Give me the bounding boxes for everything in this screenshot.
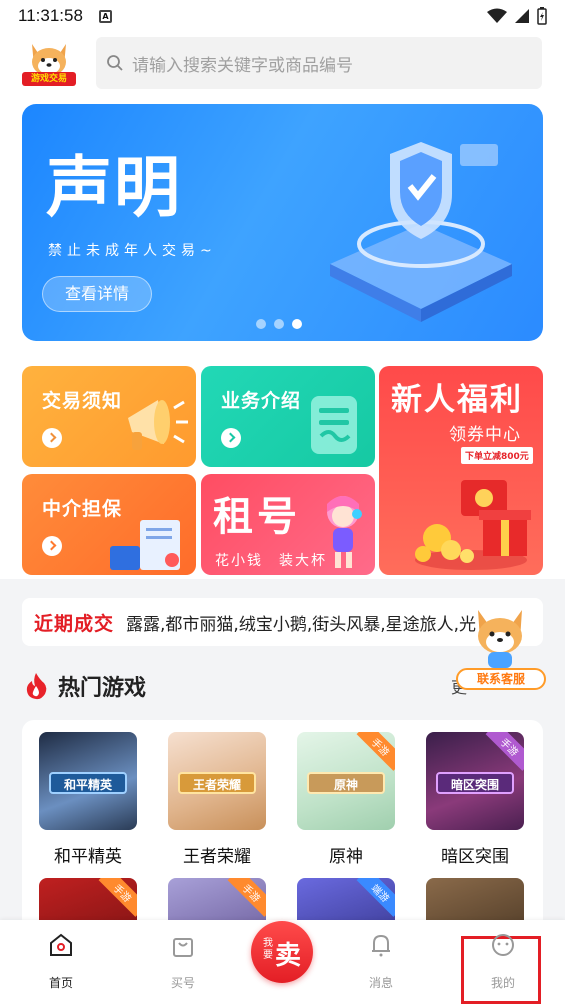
profile-icon	[492, 934, 514, 956]
recent-label: 近期成交	[34, 609, 114, 636]
tab-message[interactable]: 消息	[341, 930, 421, 991]
hot-games-grid: 和平精英 和平精英 王者荣耀 王者荣耀 手游 原神 原神 手游 暗区突围 暗区突…	[22, 720, 543, 940]
app-screen: 11:31:58 A 游戏交易 请输入搜索关键字或商品编号 声明 禁止未成年人交…	[0, 0, 565, 1004]
fire-icon	[26, 673, 47, 700]
tab-buy-label: 买号	[170, 976, 195, 990]
platform-badge: 手游	[485, 732, 524, 771]
banner[interactable]: 声明 禁止未成年人交易~ 查看详情	[22, 104, 543, 341]
sell-button-small-label: 我要	[263, 938, 273, 961]
banner-dot[interactable]	[256, 319, 266, 329]
game-name: 原神	[329, 847, 363, 867]
game-item-wangzhe[interactable]: 王者荣耀 王者荣耀	[167, 732, 267, 867]
shopping-bag-icon	[173, 938, 193, 957]
recent-label-a: 近期	[34, 612, 75, 635]
hot-games-title: 热门游戏	[58, 676, 147, 701]
game-thumbnail: 王者荣耀	[168, 732, 266, 830]
hot-games-header: 热门游戏	[24, 670, 146, 702]
sell-button[interactable]: 我要 卖	[251, 921, 313, 983]
game-item-heping[interactable]: 和平精英 和平精英	[38, 732, 138, 867]
banner-title: 声明	[46, 149, 182, 226]
platform-badge: 端游	[356, 878, 395, 917]
document-icon	[311, 396, 357, 454]
banner-detail-button[interactable]: 查看详情	[42, 276, 152, 312]
search-placeholder: 请输入搜索关键字或商品编号	[132, 55, 353, 76]
customer-service-button[interactable]: 联系客服	[456, 668, 546, 690]
tab-mine-label: 我的	[490, 976, 515, 990]
game-item-anqu[interactable]: 手游 暗区突围 暗区突围	[425, 732, 525, 867]
recent-label-b: 成交	[74, 612, 115, 635]
sell-button-label: 卖	[275, 941, 302, 971]
tab-buy[interactable]: 买号	[143, 930, 223, 991]
header: 游戏交易 请输入搜索关键字或商品编号	[0, 32, 565, 104]
customer-service-float[interactable]: 联系客服	[454, 604, 546, 694]
bottom-tab-bar: 首页 买号 我要 卖 消息 我的	[0, 920, 565, 1004]
banner-subtitle: 禁止未成年人交易~	[48, 243, 217, 259]
game-name: 和平精英	[54, 847, 122, 867]
tab-message-label: 消息	[368, 976, 393, 990]
rent-title: 租号	[213, 494, 301, 540]
chevron-right-icon	[221, 428, 241, 448]
platform-badge: 手游	[98, 878, 137, 917]
search-icon	[107, 55, 123, 71]
chevron-right-icon	[42, 428, 62, 448]
game-thumbnail: 和平精英	[39, 732, 137, 830]
business-intro-card[interactable]: 业务介绍	[201, 366, 375, 467]
game-item-yuanshen[interactable]: 手游 原神 原神	[296, 732, 396, 867]
home-icon	[50, 933, 72, 956]
business-intro-title: 业务介绍	[221, 390, 302, 412]
coupon-center-label: 领券中心	[449, 425, 521, 445]
game-name: 王者荣耀	[183, 847, 251, 867]
status-time: 11:31:58	[18, 6, 83, 25]
wifi-icon	[487, 8, 507, 23]
notification-icon: A	[98, 9, 112, 23]
discount-tag: 下单立减800元	[461, 447, 533, 464]
trade-notice-title: 交易须知	[42, 390, 123, 412]
battery-icon	[537, 7, 547, 25]
tab-home[interactable]: 首页	[21, 930, 101, 991]
anime-girl-illustration-icon	[327, 496, 362, 568]
game-thumbnail: 手游 暗区突围	[426, 732, 524, 830]
tab-home-label: 首页	[48, 976, 73, 990]
recent-deal-names: 露露,都市丽猫,绒宝小鹅,街头风暴,星途旅人,光	[126, 614, 477, 635]
shield-illustration-icon	[330, 142, 512, 322]
signal-icon	[515, 9, 529, 23]
status-icons	[487, 7, 547, 25]
shiba-mascot-icon	[478, 610, 522, 668]
chevron-right-icon	[42, 536, 62, 556]
newcomer-welfare-card[interactable]: 新人福利 领券中心 下单立减800元	[379, 366, 543, 575]
game-thumbnail: 手游 原神	[297, 732, 395, 830]
game-logo-text: 原神	[307, 772, 385, 794]
trade-notice-card[interactable]: 交易须知	[22, 366, 196, 467]
banner-dot[interactable]	[274, 319, 284, 329]
red-envelope-gift-icon	[415, 480, 531, 570]
platform-badge: 手游	[356, 732, 395, 771]
search-input[interactable]: 请输入搜索关键字或商品编号	[96, 37, 542, 89]
contract-icon	[110, 520, 180, 570]
game-logo-text: 和平精英	[49, 772, 127, 794]
rent-slogan: 花小钱 装大杯	[215, 553, 327, 569]
bell-icon	[372, 934, 390, 957]
game-name: 暗区突围	[441, 847, 509, 867]
welfare-title: 新人福利	[391, 382, 523, 418]
banner-dot-active[interactable]	[292, 319, 302, 329]
game-logo-text: 暗区突围	[436, 772, 514, 794]
tab-mine[interactable]: 我的	[463, 930, 543, 991]
escrow-card[interactable]: 中介担保	[22, 474, 196, 575]
banner-pagination	[256, 319, 302, 329]
megaphone-icon	[128, 400, 188, 450]
game-logo-text: 王者荣耀	[178, 772, 256, 794]
logo-text: 游戏交易	[22, 72, 76, 86]
rent-account-card[interactable]: 租号 花小钱 装大杯	[201, 474, 375, 575]
status-bar: 11:31:58 A	[0, 0, 565, 32]
platform-badge: 手游	[227, 878, 266, 917]
